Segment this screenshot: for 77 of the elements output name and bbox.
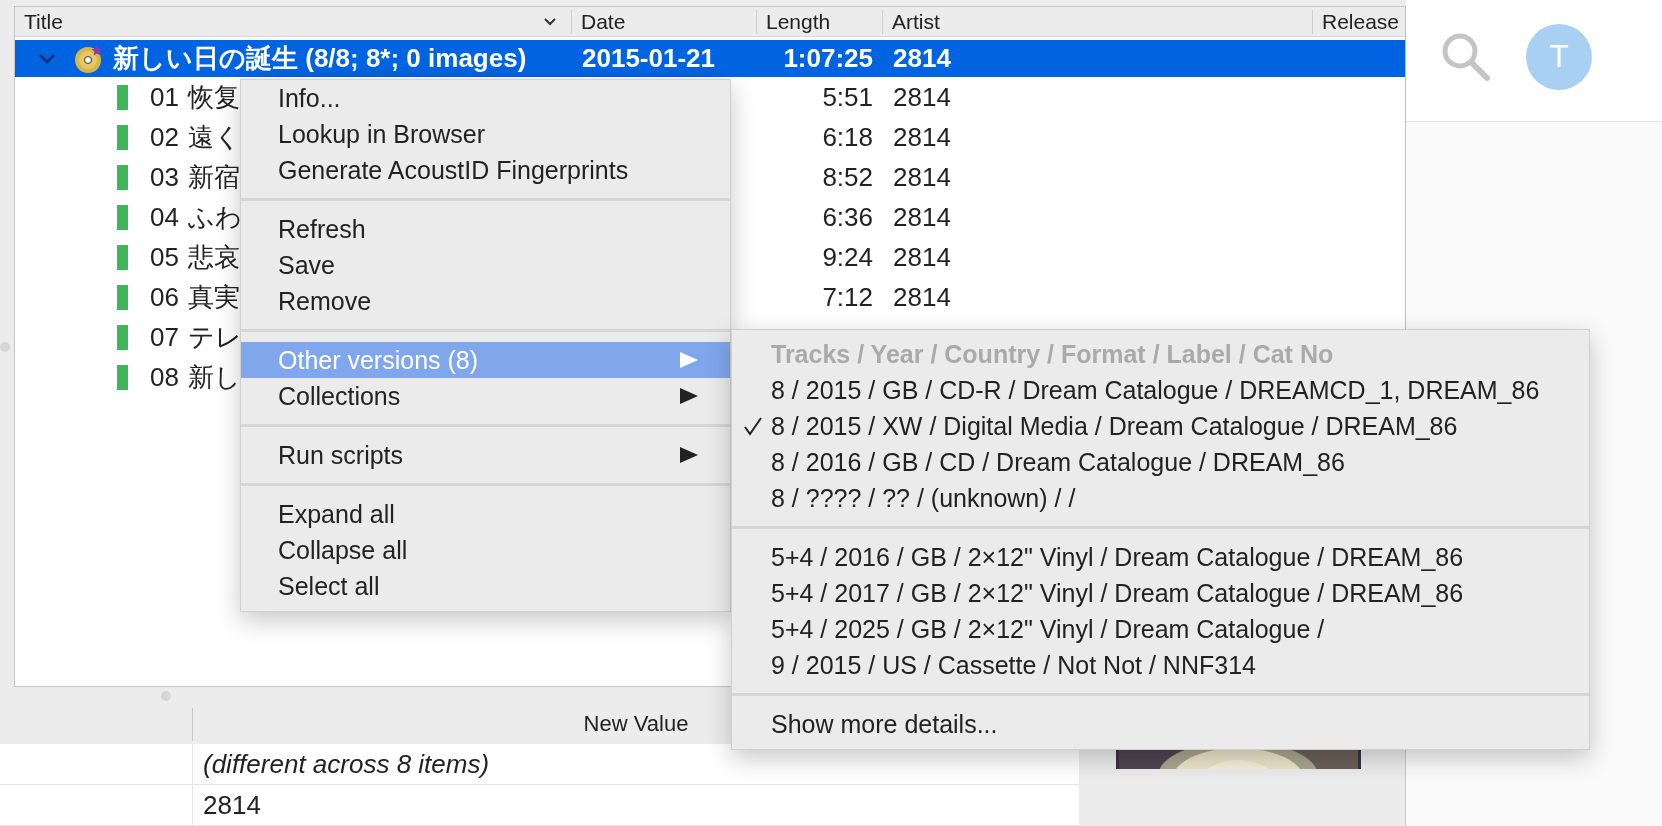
menu-item[interactable]: 5+4 / 2017 / GB / 2×12" Vinyl / Dream Catalogue / DREAM_86 bbox=[732, 575, 1589, 611]
table-cell-text: 6:36 bbox=[821, 201, 874, 233]
menu-item[interactable]: 8 / 2016 / GB / CD / Dream Catalogue / DREAM_86 bbox=[732, 444, 1589, 480]
submenu-arrow-icon bbox=[678, 351, 700, 369]
menu-item[interactable]: 8 / 2015 / GB / CD-R / Dream Catalogue / DREAMCD_1, DREAM_86 bbox=[732, 372, 1589, 408]
track-number: 08 bbox=[150, 361, 179, 393]
column-header[interactable]: Artist bbox=[883, 10, 1313, 34]
column-header[interactable]: Date bbox=[572, 10, 757, 34]
menu-item[interactable]: Collections bbox=[241, 378, 730, 414]
status-icon bbox=[117, 324, 128, 350]
album-row[interactable]: 新しい日の誕生 (8/8; 8*; 0 images) 2015-01-21 1:07:25 2814 bbox=[15, 40, 1405, 77]
track-title: 悲哀 bbox=[187, 240, 240, 274]
table-cell-text: 2814 bbox=[892, 161, 952, 193]
menu-item[interactable]: 9 / 2015 / US / Cassette / Not Not / NNF314 bbox=[732, 647, 1589, 683]
table-cell-text: 9:24 bbox=[821, 241, 874, 273]
track-number: 03 bbox=[150, 161, 179, 193]
chevron-icon[interactable] bbox=[37, 51, 57, 66]
track-number: 04 bbox=[150, 201, 179, 233]
table-cell-text: 2814 bbox=[892, 241, 952, 273]
track-number: 01 bbox=[150, 81, 179, 113]
status-icon bbox=[117, 284, 128, 310]
column-header[interactable]: Length bbox=[757, 10, 883, 34]
menu-item[interactable]: Remove bbox=[241, 283, 730, 319]
menu-item[interactable]: Info... bbox=[241, 80, 730, 116]
menu-item[interactable]: Save bbox=[241, 247, 730, 283]
table-cell-text: 2015-01-21 bbox=[581, 43, 716, 74]
track-title: 新宿 bbox=[187, 160, 240, 194]
track-title: 真実 bbox=[187, 280, 240, 314]
column-header[interactable]: New Value bbox=[583, 711, 689, 736]
table-cell-text: 8:52 bbox=[821, 161, 874, 193]
table-cell-text: 2814 bbox=[892, 43, 952, 74]
menu-item[interactable]: 5+4 / 2016 / GB / 2×12" Vinyl / Dream Catalogue / DREAM_86 bbox=[732, 539, 1589, 575]
table-cell-text: 1:07:25 bbox=[782, 43, 874, 74]
table-cell-text: 2814 bbox=[892, 81, 952, 113]
disc-icon bbox=[73, 43, 103, 74]
status-icon bbox=[117, 204, 128, 230]
menu-item[interactable]: Show more details... bbox=[732, 706, 1589, 742]
track-title: テレ bbox=[187, 320, 242, 354]
menu-item[interactable]: Select all bbox=[241, 568, 730, 604]
track-number: 06 bbox=[150, 281, 179, 313]
menu-item[interactable]: 5+4 / 2025 / GB / 2×12" Vinyl / Dream Catalogue / bbox=[732, 611, 1589, 647]
track-title: 新し bbox=[187, 360, 241, 394]
track-title: 恢复 bbox=[187, 80, 240, 114]
track-title: 遠く bbox=[187, 120, 241, 154]
table-cell-text: 7:12 bbox=[821, 281, 874, 313]
menu-item[interactable]: 8 / ???? / ?? / (unknown) / / bbox=[732, 480, 1589, 516]
menu-item[interactable]: Generate AcoustID Fingerprints bbox=[241, 152, 730, 188]
status-icon bbox=[117, 244, 128, 270]
track-title: ふわ bbox=[187, 200, 242, 234]
menu-heading: Tracks / Year / Country / Format / Label / Cat No bbox=[770, 338, 1335, 370]
track-number: 07 bbox=[150, 321, 179, 353]
menu-item[interactable]: Run scripts bbox=[241, 437, 730, 473]
menu-item[interactable]: Collapse all bbox=[241, 532, 730, 568]
status-icon bbox=[117, 164, 128, 190]
status-icon bbox=[117, 84, 128, 110]
track-number: 02 bbox=[150, 121, 179, 153]
album-title: 新しい日の誕生 (8/8; 8*; 0 images) bbox=[113, 42, 527, 75]
submenu-arrow-icon bbox=[678, 446, 700, 464]
status-icon bbox=[117, 124, 128, 150]
table-cell-text: 6:18 bbox=[821, 121, 874, 153]
menu-item[interactable]: Expand all bbox=[241, 496, 730, 532]
status-icon bbox=[117, 364, 128, 390]
submenu-arrow-icon bbox=[678, 387, 700, 405]
table-cell-text: 2814 bbox=[892, 201, 952, 233]
table-cell-text: 2814 bbox=[202, 788, 261, 822]
dropdown-caret-icon bbox=[543, 17, 557, 27]
menu-item[interactable]: Lookup in Browser bbox=[241, 116, 730, 152]
table-cell-text: 2814 bbox=[892, 121, 952, 153]
checkmark-icon bbox=[742, 415, 764, 437]
table-cell-text: (different across 8 items) bbox=[202, 747, 490, 781]
table-cell-text: 5:51 bbox=[821, 81, 874, 113]
column-header[interactable]: Release bbox=[1313, 10, 1405, 34]
column-header[interactable]: Title bbox=[15, 10, 572, 34]
track-number: 05 bbox=[150, 241, 179, 273]
table-cell-text: 2814 bbox=[892, 281, 952, 313]
menu-item[interactable]: 8 / 2015 / XW / Digital Media / Dream Catalogue / DREAM_86 bbox=[732, 408, 1589, 444]
menu-item[interactable]: Refresh bbox=[241, 211, 730, 247]
